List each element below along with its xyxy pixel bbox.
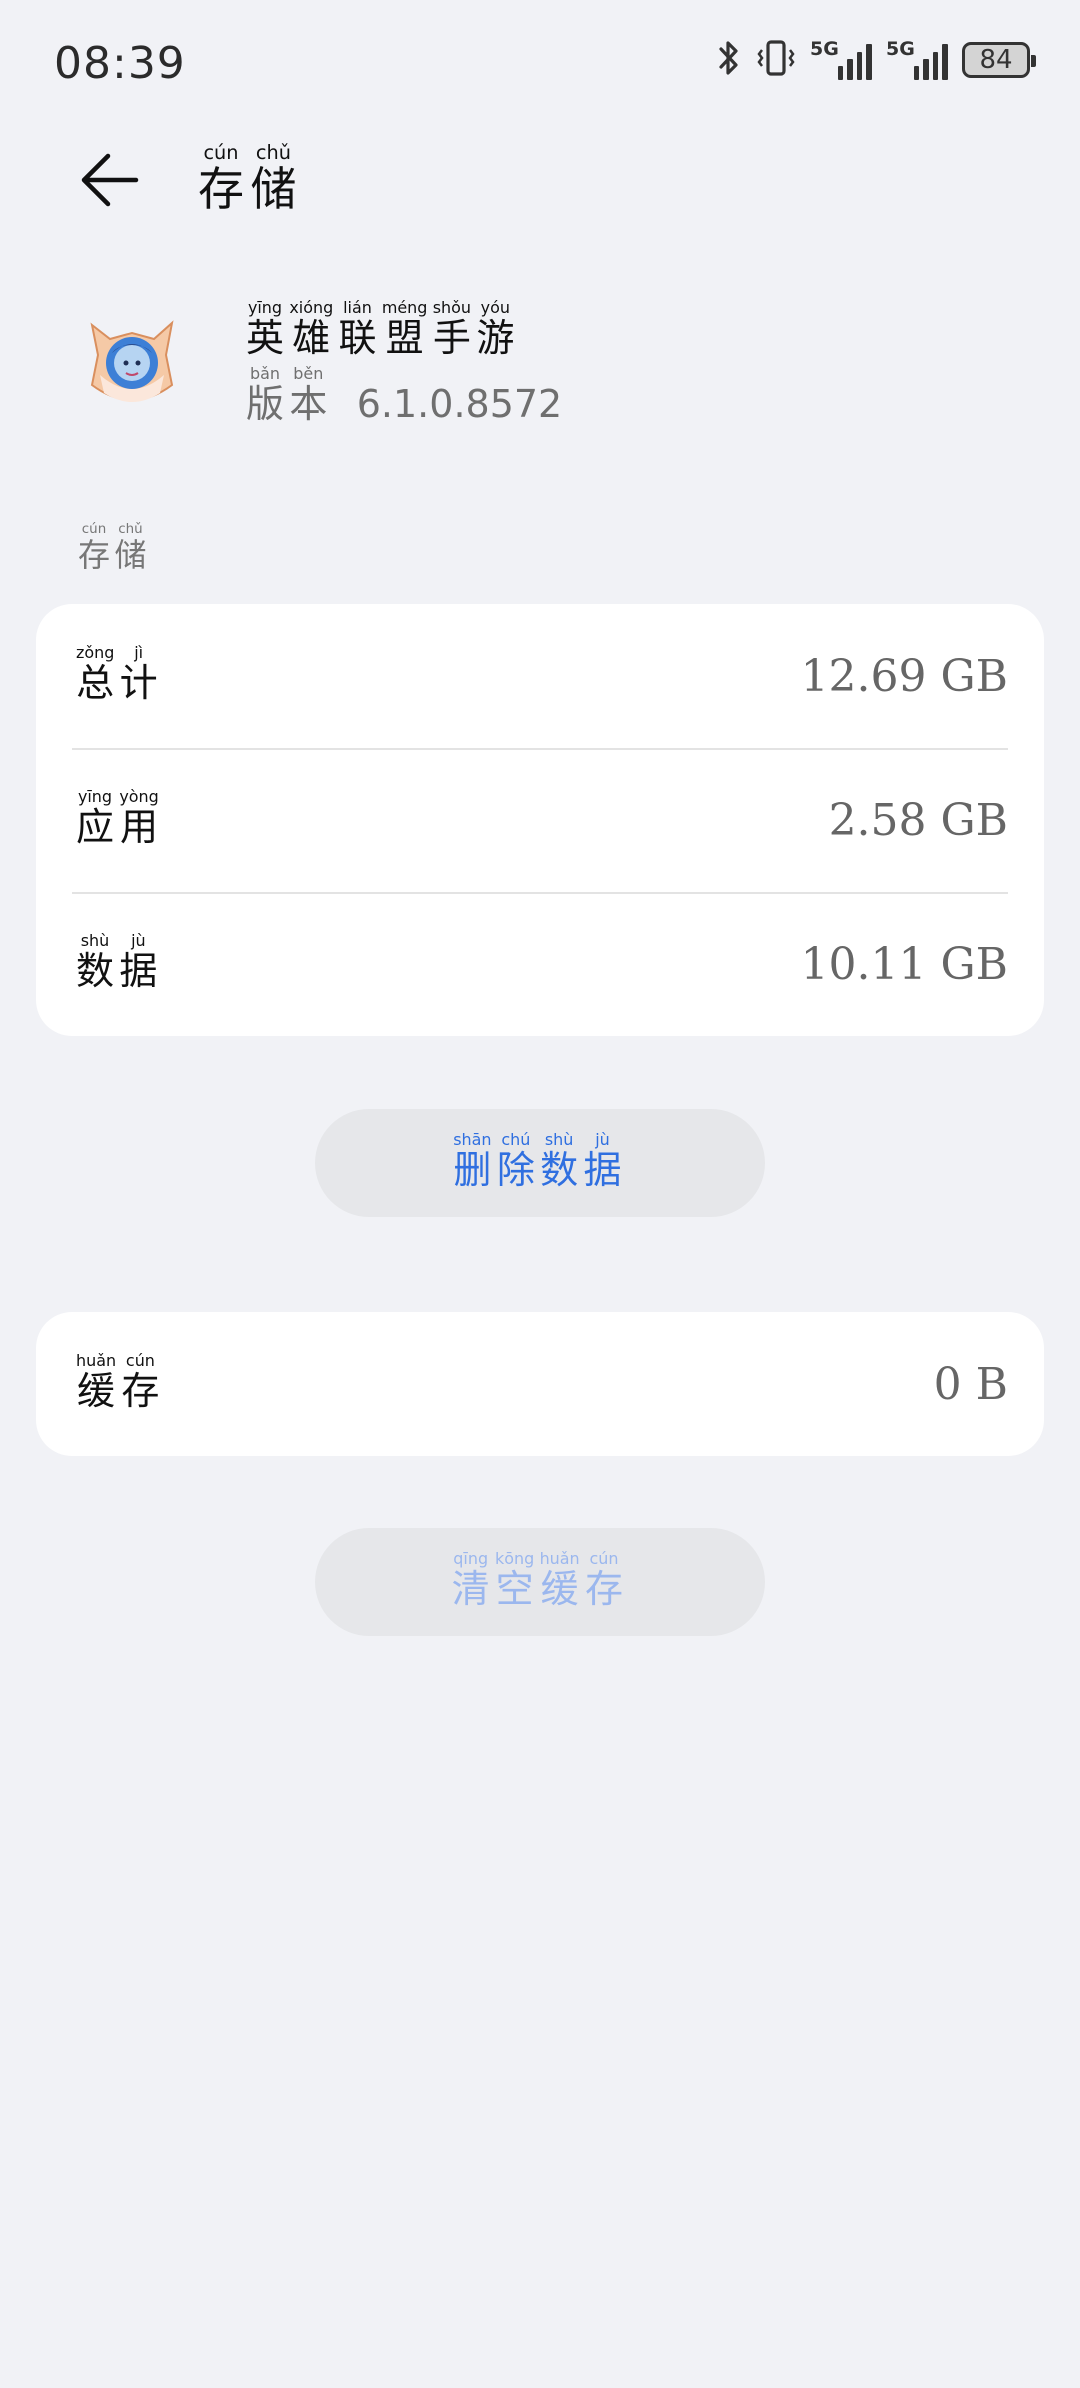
clear-cache-button[interactable]: 清qīng 空kōng 缓huǎn 存cún [315,1528,765,1636]
row-label: 应yīng用yòng [76,787,159,849]
row-value: 0 B [933,1358,1008,1410]
app-version: 版bǎn本běn 6.1.0.8572 [246,364,563,428]
network-type-label: 5G [886,38,915,60]
storage-row-data: 数shù据jù 10.11 GB [36,892,1044,1036]
back-arrow-icon [81,153,139,207]
back-button[interactable] [70,140,150,220]
cache-row: 缓huǎn存cún 0 B [36,1312,1044,1456]
battery-level: 84 [979,45,1013,75]
vibrate-icon [756,38,796,82]
signal-icon: 5G [886,38,948,80]
signal-icon: 5G [810,38,872,80]
storage-screen: 08:39 5G 5G 84 存cún储chǔ 英yīng雄xióng联lián… [0,0,1080,2388]
status-icons: 5G 5G 84 [716,38,1036,82]
row-value: 12.69 GB [800,650,1008,702]
bluetooth-icon [716,38,742,82]
row-label: 总zǒng计jì [76,643,158,705]
status-bar: 08:39 5G 5G 84 [0,0,1080,130]
version-number: 6.1.0.8572 [356,382,563,426]
row-value: 2.58 GB [828,794,1008,846]
row-label: 缓huǎn存cún [76,1351,160,1413]
status-time: 08:39 [54,38,186,89]
battery-icon: 84 [962,42,1036,78]
network-type-label: 5G [810,38,839,60]
app-name: 英yīng雄xióng联lián盟méng手shǒu游yóu [246,298,515,360]
storage-card: 总zǒng计jì 12.69 GB 应yīng用yòng 2.58 GB 数sh… [36,604,1044,1036]
storage-section-label: 存cún储chǔ [78,522,147,574]
storage-row-total: 总zǒng计jì 12.69 GB [36,604,1044,748]
storage-row-app: 应yīng用yòng 2.58 GB [36,748,1044,892]
app-icon [86,315,178,411]
row-label: 数shù据jù [76,931,158,993]
page-title: 存cún储chǔ [198,141,297,216]
cache-card: 缓huǎn存cún 0 B [36,1312,1044,1456]
version-label: 版bǎn本běn [246,364,328,426]
row-value: 10.11 GB [800,938,1008,990]
delete-data-button[interactable]: 删shān 除chú 数shù 据jù [315,1109,765,1217]
